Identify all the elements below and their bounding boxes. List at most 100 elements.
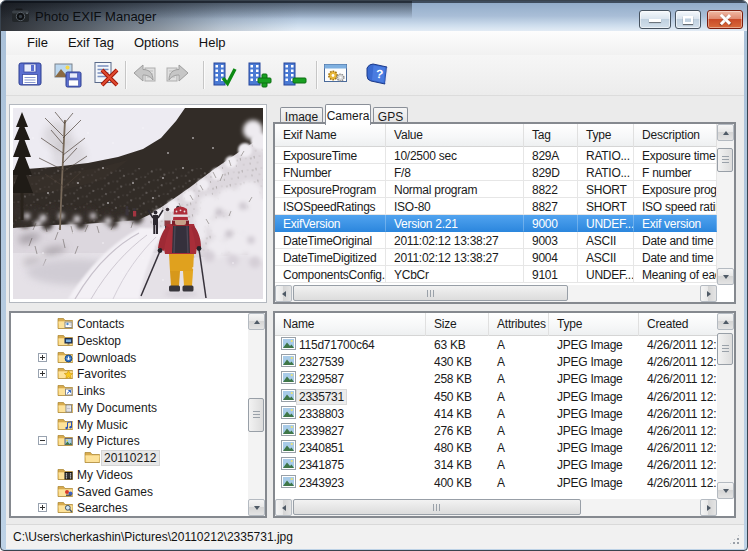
scroll-down-button[interactable] [717,482,734,499]
tag-remove-button[interactable] [279,60,309,90]
exif-hscroll-thumb[interactable] [293,285,568,301]
favorites-folder-icon [57,366,74,383]
column-header-type[interactable]: Type [549,313,639,336]
exif-row[interactable]: FNumberF/8829DRATIO...F number [275,164,717,181]
exif-row[interactable]: ExposureTime10/2500 sec829ARATIO...Expos… [275,147,717,164]
scroll-up-button[interactable] [717,124,734,141]
column-header-exif-name[interactable]: Exif Name [275,124,386,147]
down-arrow-icon [254,506,260,513]
exif-row[interactable]: DateTimeDigitized2011:02:12 13:38:279004… [275,249,717,266]
file-row[interactable]: 2339827276 KBAJPEG Image4/26/2011 12: [275,422,717,439]
menu-help[interactable]: Help [189,31,236,55]
close-button[interactable] [707,10,743,29]
file-name-label: 2335731 [297,390,346,404]
tree-expander-plus-icon[interactable] [38,369,47,378]
tree-item-contacts[interactable]: Contacts [11,315,265,332]
column-header-attributes[interactable]: Attributes [489,313,549,336]
scroll-right-button[interactable] [700,499,717,516]
file-row[interactable]: 2341875314 KBAJPEG Image4/26/2011 12: [275,456,717,473]
file-cell-created: 4/26/2011 12: [639,405,719,422]
tag-check-button[interactable] [209,60,239,90]
exif-row[interactable]: ExposureProgramNormal program8822SHORTEx… [275,181,717,198]
exif-cell: ASCII [578,232,634,249]
tree-item-my-music[interactable]: My Music [11,416,265,433]
tab-camera[interactable]: Camera [325,104,371,125]
list-vscroll-thumb[interactable] [717,333,733,365]
close-icon [720,14,731,25]
exif-row[interactable]: DateTimeOriginal2011:02:12 13:38:279003A… [275,232,717,249]
tree-expander-plus-icon[interactable] [38,353,47,362]
save-image-button[interactable] [54,60,84,90]
help-book-button[interactable]: ? [363,60,393,90]
title-bar[interactable]: Photo EXIF Manager [1,1,748,31]
tree-item-my-videos[interactable]: My Videos [11,466,265,483]
tree-item-favorites[interactable]: Favorites [11,365,265,382]
scroll-down-button[interactable] [717,268,734,285]
save-button[interactable] [16,60,46,90]
column-header-created[interactable]: Created [639,313,719,336]
status-path: C:\Users\cherkashin\Pictures\20110212\23… [13,530,293,544]
scroll-right-button[interactable] [700,285,717,302]
scroll-up-button[interactable] [717,313,734,330]
tree-item-my-pictures[interactable]: My Pictures [11,432,265,449]
column-header-name[interactable]: Name [275,313,426,336]
tree-vscrollbar[interactable] [248,313,265,516]
options-button[interactable] [322,60,352,90]
list-hscroll-thumb[interactable] [293,499,581,515]
file-row[interactable]: 2340851480 KBAJPEG Image4/26/2011 12: [275,439,717,456]
up-arrow-icon [723,317,729,324]
menu-exif-tag[interactable]: Exif Tag [58,31,124,55]
file-row[interactable]: 2343923400 KBAJPEG Image4/26/2011 12: [275,474,717,491]
exif-cell: RATIO... [578,164,634,181]
file-cell-name: 2329587 [275,370,426,387]
menu-file[interactable]: File [17,31,58,55]
file-row[interactable]: 2329587258 KBAJPEG Image4/26/2011 12: [275,370,717,387]
scroll-up-button[interactable] [248,313,265,330]
minimize-button[interactable] [639,10,671,29]
exif-vscroll-thumb[interactable] [717,148,733,172]
column-header-tag[interactable]: Tag [524,124,578,147]
file-row[interactable]: 2338803414 KBAJPEG Image4/26/2011 12: [275,405,717,422]
tree-item-saved-games[interactable]: Saved Games [11,483,265,500]
file-row[interactable]: 2327539430 KBAJPEG Image4/26/2011 12: [275,353,717,370]
file-cell-size: 430 KB [426,353,489,370]
redo-button[interactable] [163,60,193,90]
resize-grip[interactable] [728,533,741,546]
tree-item-desktop[interactable]: Desktop [11,332,265,349]
exif-row[interactable]: ISOSpeedRatingsISO-808827SHORTISO speed … [275,198,717,215]
tree-expander-minus-icon[interactable] [38,436,47,445]
undo-button[interactable] [131,60,161,90]
tree-item-downloads[interactable]: Downloads [11,349,265,366]
tree-item-links[interactable]: Links [11,382,265,399]
tree-item-20110212[interactable]: 20110212 [11,449,265,466]
file-row[interactable]: 2335731450 KBAJPEG Image4/26/2011 12: [275,388,717,405]
column-header-type[interactable]: Type [578,124,634,147]
scroll-down-button[interactable] [248,499,265,516]
delete-exif-button[interactable] [91,60,121,90]
exif-hscrollbar[interactable] [275,285,717,302]
list-vscrollbar[interactable] [717,313,734,499]
exif-vscrollbar[interactable] [717,124,734,285]
column-header-description[interactable]: Description [634,124,717,147]
exif-cell: SHORT [578,181,634,198]
tree-expander-plus-icon[interactable] [38,503,47,512]
list-hscrollbar[interactable] [275,499,717,516]
tag-add-button[interactable] [244,60,274,90]
exif-row[interactable]: ExifVersionVersion 2.219000UNDEF...Exif … [275,215,717,232]
tree-item-my-documents[interactable]: My Documents [11,399,265,416]
scroll-left-button[interactable] [275,285,292,302]
photo-preview-panel [9,104,267,303]
column-header-size[interactable]: Size [426,313,489,336]
file-cell-attributes: A [489,405,549,422]
scroll-left-button[interactable] [275,499,292,516]
maximize-button[interactable] [675,10,701,29]
exif-cell: Date and time of [634,249,717,266]
window-content: FileExif TagOptionsHelp ? [6,31,744,549]
exif-cell: ExifVersion [275,215,386,232]
file-row[interactable]: 115d71700c6463 KBAJPEG Image4/26/2011 12… [275,336,717,353]
menu-options[interactable]: Options [124,31,189,55]
tree-item-searches[interactable]: Searches [11,499,265,516]
tree-vscroll-thumb[interactable] [248,398,264,432]
exif-row[interactable]: ComponentsConfig...YCbCr9101UNDEF...Mean… [275,266,717,283]
column-header-value[interactable]: Value [386,124,524,147]
